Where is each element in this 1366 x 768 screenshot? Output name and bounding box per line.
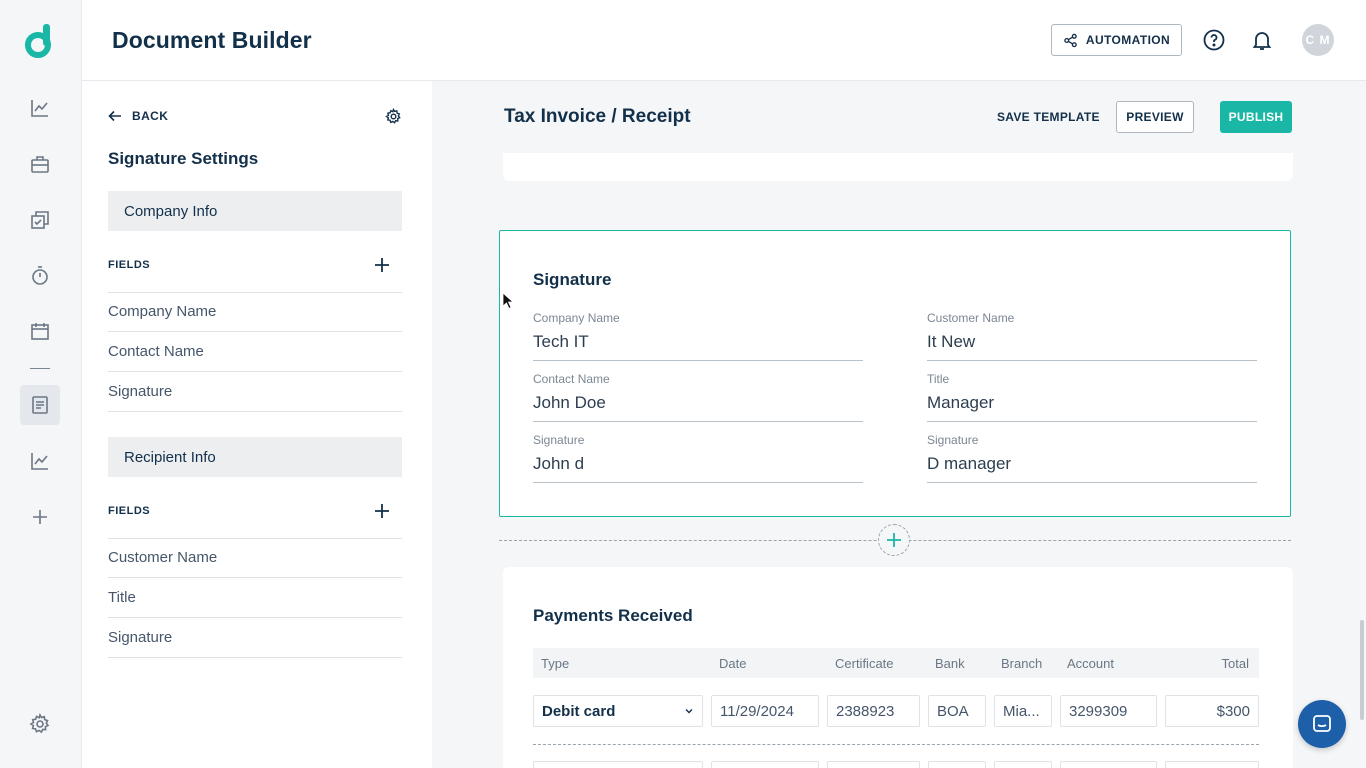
publish-button[interactable]: PUBLISH: [1220, 101, 1292, 133]
payments-table-header: Type Date Certificate Bank Branch Accoun…: [533, 648, 1259, 678]
company-fields-header: FIELDS: [108, 251, 402, 279]
col-total: Total: [1221, 656, 1249, 671]
field-value: John Doe: [533, 393, 606, 412]
analytics-icon[interactable]: [20, 88, 60, 128]
automation-button[interactable]: AUTOMATION: [1051, 24, 1182, 56]
fields-label: FIELDS: [108, 259, 151, 271]
field-recipient-signature[interactable]: Signature: [108, 618, 402, 658]
rail-divider: [30, 368, 50, 369]
col-date: Date: [719, 656, 747, 671]
sig-recipient-signature[interactable]: Signature D manager: [927, 433, 1257, 483]
col-branch: Branch: [1001, 656, 1043, 671]
add-icon[interactable]: [20, 497, 60, 537]
app-title: Document Builder: [112, 27, 312, 53]
recipient-info-section[interactable]: Recipient Info: [108, 437, 402, 477]
payment-total-input[interactable]: $300: [1165, 695, 1259, 727]
signature-section-title: Signature: [533, 270, 612, 289]
payment-account-input[interactable]: 3299309: [1060, 695, 1157, 727]
field-value: Manager: [927, 393, 995, 412]
user-avatar[interactable]: C M: [1302, 24, 1334, 56]
field-contact-name[interactable]: Contact Name: [108, 332, 402, 372]
payment-type-value: Debit card: [542, 702, 616, 720]
next-row-cell: [711, 761, 819, 768]
field-label: Title: [927, 372, 950, 386]
field-label: Company Name: [533, 311, 620, 325]
gear-icon[interactable]: [385, 108, 402, 125]
company-info-section[interactable]: Company Info: [108, 191, 402, 231]
stopwatch-icon[interactable]: [20, 256, 60, 296]
documents-check-icon[interactable]: [20, 200, 60, 240]
payment-bank-input[interactable]: BOA: [928, 695, 986, 727]
preview-button[interactable]: PREVIEW: [1116, 101, 1194, 133]
bell-icon[interactable]: [1250, 28, 1274, 52]
field-label: Signature: [533, 433, 585, 447]
settings-panel: BACK Signature Settings Company Info FIE…: [82, 81, 432, 768]
field-customer-name[interactable]: Customer Name: [108, 538, 402, 578]
back-button[interactable]: BACK: [108, 109, 168, 123]
save-template-button[interactable]: SAVE TEMPLATE: [997, 110, 1100, 124]
settings-icon[interactable]: [20, 704, 60, 744]
briefcase-icon[interactable]: [20, 144, 60, 184]
next-row-cell: [533, 761, 703, 768]
next-row-cell: [994, 761, 1052, 768]
share-nodes-icon: [1064, 33, 1077, 47]
panel-title: Signature Settings: [108, 149, 259, 168]
logo-icon[interactable]: [25, 24, 55, 58]
automation-label: AUTOMATION: [1085, 33, 1171, 47]
col-bank: Bank: [935, 656, 965, 671]
mouse-cursor-icon: [502, 292, 514, 310]
back-label: BACK: [132, 109, 169, 123]
payment-type-select[interactable]: Debit card: [533, 695, 703, 727]
signature-section[interactable]: Signature Company Name Tech IT Customer …: [499, 230, 1291, 517]
calendar-icon[interactable]: [20, 311, 60, 351]
editor-area: Tax Invoice / Receipt SAVE TEMPLATE PREV…: [432, 81, 1366, 768]
sig-customer-name[interactable]: Customer Name It New: [927, 311, 1257, 361]
field-label: Signature: [927, 433, 979, 447]
sig-company-name[interactable]: Company Name Tech IT: [533, 311, 863, 361]
payment-certificate-input[interactable]: 2388923: [827, 695, 920, 727]
nav-rail: [0, 0, 82, 768]
fields-label: FIELDS: [108, 505, 151, 517]
next-row-cell: [928, 761, 986, 768]
next-row-cell: [827, 761, 920, 768]
field-company-signature[interactable]: Signature: [108, 372, 402, 412]
add-field-icon[interactable]: [374, 503, 390, 519]
col-certificate: Certificate: [835, 656, 894, 671]
chevron-down-icon: [685, 709, 693, 714]
add-field-icon[interactable]: [374, 257, 390, 273]
sig-contact-name[interactable]: Contact Name John Doe: [533, 372, 863, 422]
col-type: Type: [541, 656, 570, 671]
previous-section-card: [503, 153, 1293, 181]
scrollbar[interactable]: [1360, 620, 1364, 720]
field-company-name[interactable]: Company Name: [108, 292, 402, 332]
field-title[interactable]: Title: [108, 578, 402, 618]
sig-company-signature[interactable]: Signature John d: [533, 433, 863, 483]
col-account: Account: [1067, 656, 1114, 671]
recipient-fields-header: FIELDS: [108, 497, 402, 525]
document-builder-icon[interactable]: [20, 385, 60, 425]
help-icon[interactable]: [1202, 28, 1226, 52]
field-value: Tech IT: [533, 332, 589, 351]
payments-section[interactable]: Payments Received Type Date Certificate …: [503, 567, 1293, 768]
sig-title[interactable]: Title Manager: [927, 372, 1257, 422]
row-divider: [533, 744, 1259, 745]
chat-icon: [1313, 715, 1331, 732]
field-label: Contact Name: [533, 372, 610, 386]
top-bar: Document Builder AUTOMATION C M: [82, 0, 1366, 81]
payment-date-input[interactable]: 11/29/2024: [711, 695, 819, 727]
field-value: It New: [927, 332, 976, 351]
field-label: Customer Name: [927, 311, 1015, 325]
add-section-button[interactable]: [878, 524, 910, 556]
field-value: John d: [533, 454, 585, 473]
reports-icon[interactable]: [20, 441, 60, 481]
next-row-cell: [1060, 761, 1157, 768]
arrow-left-icon: [108, 110, 121, 122]
document-title: Tax Invoice / Receipt: [504, 106, 691, 127]
next-row-cell: [1165, 761, 1259, 768]
payment-branch-input[interactable]: Mia...: [994, 695, 1052, 727]
plus-icon: [887, 533, 901, 547]
payments-title: Payments Received: [533, 606, 693, 625]
chat-launcher-button[interactable]: [1298, 700, 1346, 748]
field-value: D manager: [927, 454, 1012, 473]
